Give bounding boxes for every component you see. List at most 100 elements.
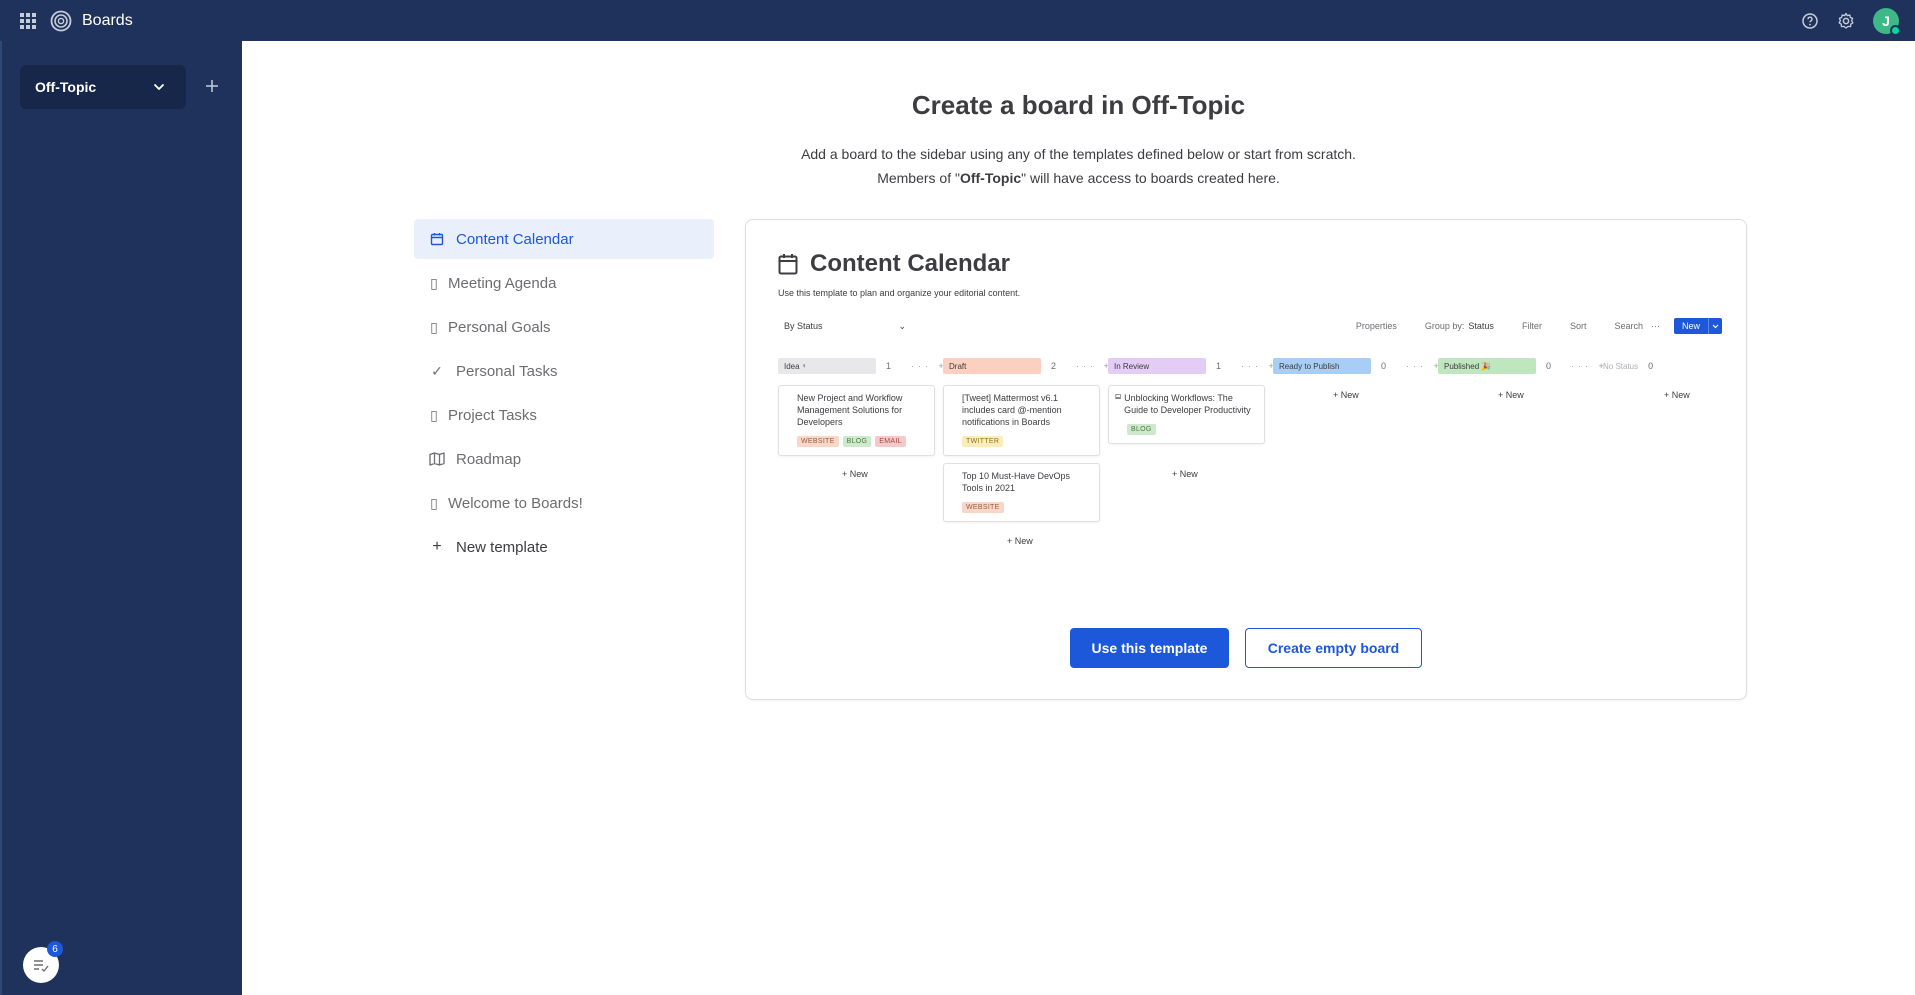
add-card-button[interactable]: + New xyxy=(1498,390,1524,400)
column-header-no-status: No Status 0 xyxy=(1603,358,1653,374)
placeholder-icon: ▯ xyxy=(430,274,438,291)
column-name: No Status xyxy=(1603,361,1639,371)
calendar-icon xyxy=(778,254,798,275)
map-icon xyxy=(429,452,445,466)
template-item-content-calendar[interactable]: Content Calendar xyxy=(414,219,714,259)
template-item-personal-tasks[interactable]: ✓ Personal Tasks xyxy=(414,351,714,391)
add-board-icon[interactable] xyxy=(202,76,222,96)
template-item-roadmap[interactable]: Roadmap xyxy=(414,439,714,479)
boards-logo-icon[interactable] xyxy=(50,10,72,32)
column-header-in-review: In Review 1 ··· + xyxy=(1108,358,1278,374)
board-card[interactable]: New Project and Workflow Management Solu… xyxy=(778,385,935,456)
search-button[interactable]: Search xyxy=(1614,321,1643,331)
column-name: In Review xyxy=(1114,361,1150,371)
avatar[interactable]: J xyxy=(1873,7,1901,36)
plus-icon: + xyxy=(432,538,442,555)
subtitle-team: Off-Topic xyxy=(959,170,1022,186)
template-label: Personal Tasks xyxy=(456,362,558,380)
column-name: Idea xyxy=(784,361,800,371)
card-tags: BLOG xyxy=(1127,424,1256,435)
board-card[interactable]: Unblocking Workflows: The Guide to Devel… xyxy=(1108,385,1265,444)
add-card-button[interactable]: + New xyxy=(842,469,868,479)
app-title: Boards xyxy=(82,11,133,29)
page-subtitle: Add a board to the sidebar using any of … xyxy=(242,142,1915,190)
new-template-button[interactable]: + New template xyxy=(414,527,714,567)
template-item-meeting-agenda[interactable]: ▯ Meeting Agenda xyxy=(414,263,714,303)
create-empty-board-button[interactable]: Create empty board xyxy=(1245,628,1422,668)
column-name: Published 🎉 xyxy=(1444,361,1492,371)
checklist-icon xyxy=(34,960,49,973)
team-name: Off-Topic xyxy=(35,79,97,95)
settings-icon[interactable] xyxy=(1837,12,1855,30)
group-by-button[interactable]: Group by: Status xyxy=(1425,321,1494,331)
subtitle-line-2: Members of "Off-Topic" will have access … xyxy=(242,166,1915,190)
subtitle-prefix: Members of " xyxy=(877,170,960,186)
tag: TWITTER xyxy=(962,436,1004,447)
board-card[interactable]: Top 10 Must-Have DevOps Tools in 2021 WE… xyxy=(943,463,1100,522)
add-card-button[interactable]: + New xyxy=(1664,390,1690,400)
group-by-label: Group by: xyxy=(1424,321,1465,331)
column-pill: In Review xyxy=(1108,358,1206,374)
card-title: New Project and Workflow Management Solu… xyxy=(797,393,903,427)
help-icon[interactable] xyxy=(1801,12,1819,30)
template-item-personal-goals[interactable]: ▯ Personal Goals xyxy=(414,307,714,347)
template-label: Meeting Agenda xyxy=(448,274,557,292)
template-label: New template xyxy=(456,538,548,556)
properties-button[interactable]: Properties xyxy=(1356,321,1397,331)
template-item-project-tasks[interactable]: ▯ Project Tasks xyxy=(414,395,714,435)
tag: EMAIL xyxy=(875,436,906,447)
notifications-button[interactable]: 6 xyxy=(23,941,63,983)
tag: WEBSITE xyxy=(962,502,1004,513)
card-tags: WEBSITE xyxy=(962,502,1091,513)
card-title: Top 10 Must-Have DevOps Tools in 2021 xyxy=(962,471,1071,493)
add-card-button[interactable]: + New xyxy=(1007,536,1033,546)
column-count: 1 xyxy=(886,361,892,371)
card-tags: TWITTER xyxy=(962,436,1091,447)
tag: BLOG xyxy=(1127,424,1156,435)
column-name: Draft xyxy=(949,361,967,371)
placeholder-icon: ▯ xyxy=(430,406,438,423)
column-header-idea: Idea ♀ 1 ··· + xyxy=(778,358,948,374)
template-item-welcome[interactable]: ▯ Welcome to Boards! xyxy=(414,483,714,523)
column-header-ready-to-publish: Ready to Publish 0 ··· + xyxy=(1273,358,1443,374)
column-pill: Idea ♀ xyxy=(778,358,876,374)
lightbulb-icon: ♀ xyxy=(801,362,807,370)
add-card-button[interactable]: + New xyxy=(1333,390,1359,400)
status-online-icon xyxy=(1890,24,1901,36)
column-pill: Ready to Publish xyxy=(1273,358,1371,374)
column-pill: Published 🎉 xyxy=(1438,358,1536,374)
placeholder-icon: ▯ xyxy=(430,318,438,335)
filter-button[interactable]: Filter xyxy=(1522,321,1542,331)
team-switcher[interactable]: Off-Topic xyxy=(20,65,186,109)
preview-title-text: Content Calendar xyxy=(810,250,1011,277)
apps-grid-icon[interactable] xyxy=(20,12,36,29)
page-title: Create a board in Off-Topic xyxy=(911,90,1246,120)
preview-description: Use this template to plan and organize y… xyxy=(778,288,1021,298)
template-label: Welcome to Boards! xyxy=(448,494,583,512)
calendar-icon xyxy=(430,233,444,246)
column-count: 0 xyxy=(1546,361,1552,371)
column-header-published: Published 🎉 0 ··· + xyxy=(1438,358,1608,374)
template-label: Project Tasks xyxy=(448,406,537,424)
tag: WEBSITE xyxy=(797,436,839,447)
template-label: Content Calendar xyxy=(456,230,574,248)
view-selector[interactable]: By Status ⌄ xyxy=(784,321,906,332)
more-options-button[interactable]: ··· xyxy=(1651,321,1660,331)
laptop-icon xyxy=(1115,394,1121,399)
new-card-button[interactable]: New xyxy=(1673,318,1722,334)
template-label: Roadmap xyxy=(456,450,522,468)
card-title: [Tweet] Mattermost v6.1 includes card @-… xyxy=(962,393,1062,427)
placeholder-icon: ▯ xyxy=(430,494,438,511)
sort-button[interactable]: Sort xyxy=(1570,321,1587,331)
preview-title: Content Calendar xyxy=(778,250,1010,278)
column-pill: Draft xyxy=(943,358,1041,374)
chevron-down-icon[interactable] xyxy=(1708,318,1722,334)
top-bar: Boards J xyxy=(0,0,1915,41)
board-card[interactable]: [Tweet] Mattermost v6.1 includes card @-… xyxy=(943,385,1100,456)
avatar-initial: J xyxy=(1882,12,1890,29)
tag: BLOG xyxy=(842,436,872,447)
use-template-button[interactable]: Use this template xyxy=(1070,628,1229,668)
notification-badge: 6 xyxy=(47,941,63,957)
add-card-button[interactable]: + New xyxy=(1172,469,1198,479)
chevron-down-icon: ⌄ xyxy=(898,321,906,331)
